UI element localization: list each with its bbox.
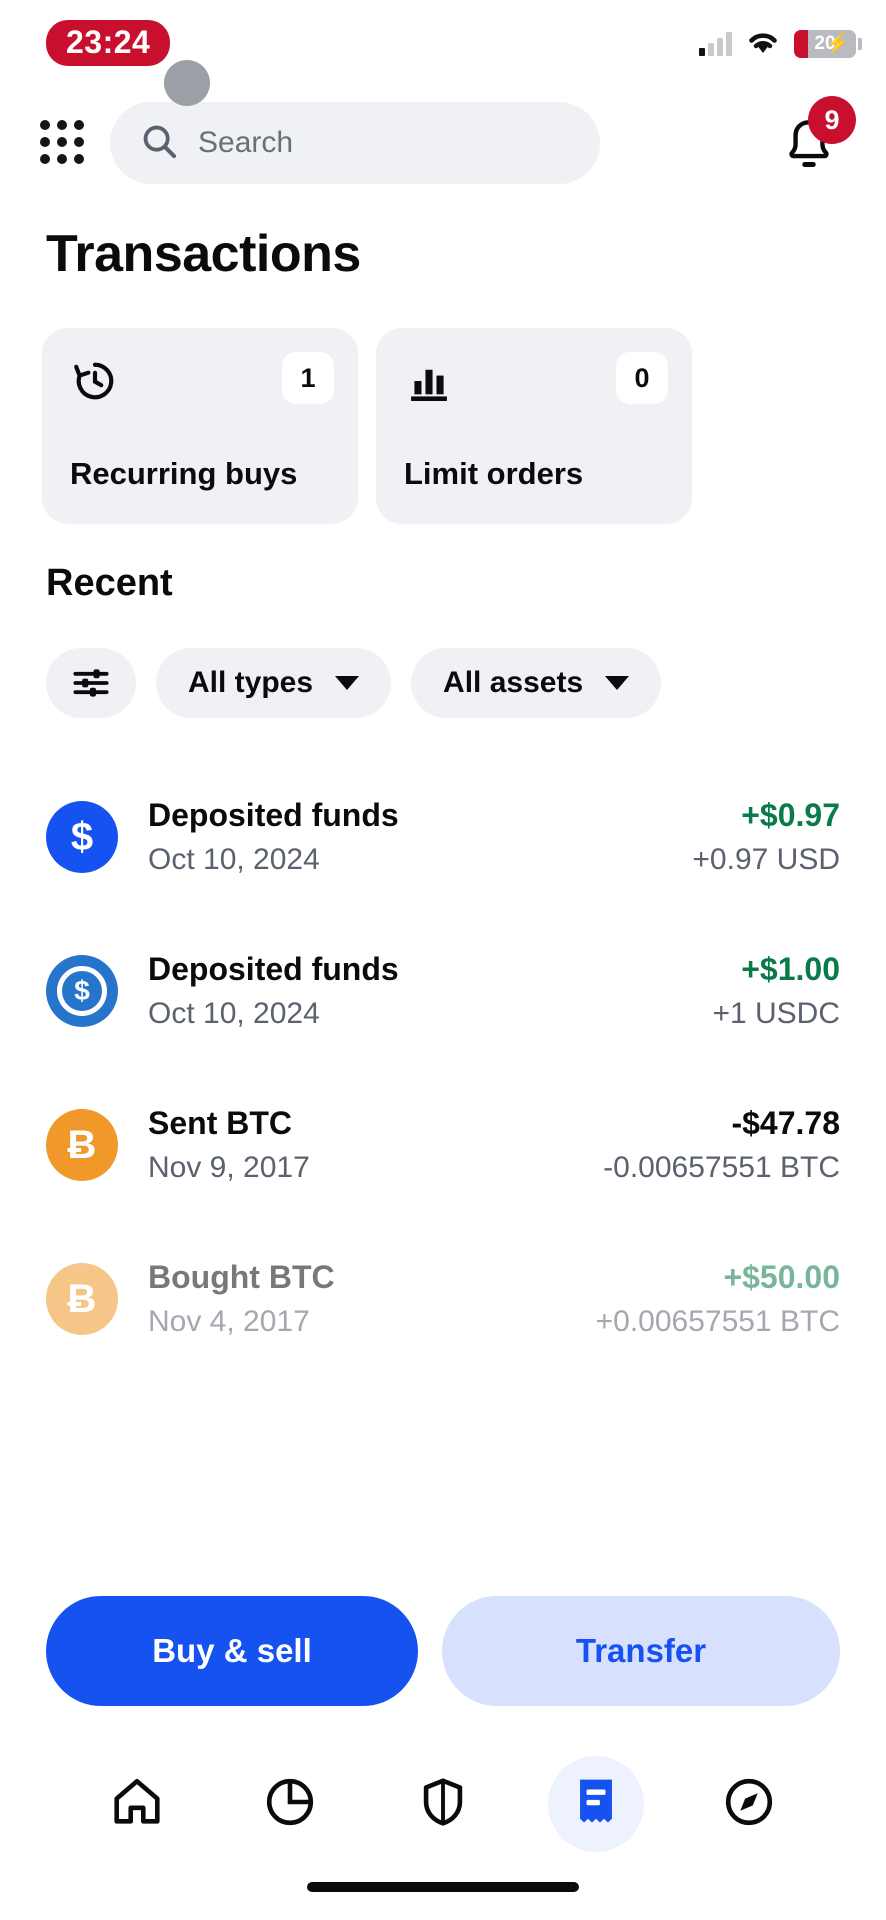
table-row[interactable]: Ƀ Sent BTC Nov 9, 2017 -$47.78 -0.006575…	[0, 1068, 886, 1222]
table-row[interactable]: $ Deposited funds Oct 10, 2024 +$0.97 +0…	[0, 760, 886, 914]
limit-orders-label: Limit orders	[404, 456, 584, 491]
grid-menu-icon[interactable]	[34, 114, 90, 170]
compass-icon	[720, 1773, 778, 1836]
usdc-coin-icon: $	[46, 955, 118, 1027]
home-indicator	[307, 1882, 579, 1892]
app-header: Search 9	[0, 96, 886, 186]
cellular-signal-icon	[699, 31, 732, 56]
transaction-amount: +$50.00	[723, 1258, 840, 1295]
limit-orders-card[interactable]: 0 Limit orders	[376, 328, 692, 524]
app-screen: 23:24 20 ⚡ Search 9 Transactions 1 Recur…	[0, 0, 886, 1920]
buy-and-sell-button[interactable]: Buy & sell	[46, 1596, 418, 1706]
shield-icon	[414, 1773, 472, 1836]
filter-chips-row: All types All assets	[46, 648, 662, 718]
transaction-amount: +$0.97	[741, 796, 840, 833]
limit-orders-count: 0	[616, 352, 668, 404]
transaction-date: Oct 10, 2024	[148, 996, 320, 1030]
filter-chip-all-types[interactable]: All types	[156, 648, 392, 718]
filter-chip-all-assets-label: All assets	[443, 666, 584, 699]
asset-symbol: Ƀ	[67, 1122, 97, 1167]
search-placeholder: Search	[198, 126, 294, 159]
nav-item-home[interactable]	[89, 1756, 185, 1852]
bell-icon	[778, 120, 840, 180]
wifi-icon	[746, 28, 780, 59]
transaction-date: Nov 9, 2017	[148, 1150, 310, 1184]
filter-chip-all-assets[interactable]: All assets	[411, 648, 662, 718]
transaction-sub-amount: +0.00657551 BTC	[595, 1304, 840, 1338]
pie-chart-icon	[261, 1773, 319, 1836]
bar-chart-icon	[404, 369, 454, 410]
recurring-buys-label: Recurring buys	[70, 456, 298, 491]
search-input[interactable]: Search	[110, 102, 600, 184]
receipt-icon	[570, 1774, 622, 1835]
notification-bell-button[interactable]: 9	[778, 96, 856, 176]
summary-cards: 1 Recurring buys 0 Limit orders	[42, 328, 692, 524]
table-row[interactable]: Ƀ Bought BTC Nov 4, 2017 +$50.00 +0.0065…	[0, 1222, 886, 1376]
usd-dollar-icon: $	[46, 801, 118, 873]
transaction-sub-amount: +0.97 USD	[692, 842, 840, 876]
transaction-sub-amount: -0.00657551 BTC	[603, 1150, 840, 1184]
bottom-navigation	[0, 1730, 886, 1920]
charging-bolt-icon: ⚡	[825, 32, 850, 55]
table-row[interactable]: $ Deposited funds Oct 10, 2024 +$1.00 +1…	[0, 914, 886, 1068]
chevron-down-icon	[605, 676, 630, 690]
recent-heading: Recent	[46, 562, 173, 604]
transaction-amount: -$47.78	[731, 1104, 840, 1141]
asset-symbol: Ƀ	[67, 1276, 97, 1321]
filter-chip-all-types-label: All types	[188, 666, 314, 699]
nav-item-portfolio[interactable]	[242, 1756, 338, 1852]
transaction-title: Deposited funds	[148, 796, 399, 833]
history-clock-icon	[70, 362, 120, 410]
recurring-buys-card[interactable]: 1 Recurring buys	[42, 328, 358, 524]
search-icon	[140, 122, 178, 165]
transaction-title: Sent BTC	[148, 1104, 292, 1141]
notification-badge: 9	[808, 96, 856, 144]
asset-symbol: $	[70, 814, 94, 859]
chevron-down-icon	[335, 676, 360, 690]
status-bar: 23:24 20 ⚡	[0, 0, 886, 86]
nav-item-security[interactable]	[395, 1756, 491, 1852]
transfer-button[interactable]: Transfer	[442, 1596, 840, 1706]
recurring-buys-count: 1	[282, 352, 334, 404]
transaction-title: Deposited funds	[148, 950, 399, 987]
page-title: Transactions	[46, 225, 361, 283]
battery-icon: 20 ⚡	[794, 29, 856, 58]
status-bar-indicators: 20 ⚡	[699, 28, 862, 59]
asset-symbol: $	[74, 975, 90, 1006]
sliders-filter-icon[interactable]	[46, 648, 136, 718]
transaction-date: Oct 10, 2024	[148, 842, 320, 876]
transaction-title: Bought BTC	[148, 1258, 335, 1295]
transaction-sub-amount: +1 USDC	[712, 996, 840, 1030]
nav-item-transactions[interactable]	[548, 1756, 645, 1852]
action-buttons: Buy & sell Transfer	[46, 1596, 840, 1706]
bitcoin-icon: Ƀ	[46, 1109, 118, 1181]
transaction-amount: +$1.00	[741, 950, 840, 987]
home-icon	[108, 1773, 166, 1836]
bitcoin-icon: Ƀ	[46, 1263, 118, 1335]
status-bar-clock: 23:24	[46, 20, 171, 66]
transaction-date: Nov 4, 2017	[148, 1304, 310, 1338]
nav-item-explore[interactable]	[701, 1756, 797, 1852]
transaction-list: $ Deposited funds Oct 10, 2024 +$0.97 +0…	[0, 760, 886, 1376]
cursor-indicator	[164, 60, 210, 106]
